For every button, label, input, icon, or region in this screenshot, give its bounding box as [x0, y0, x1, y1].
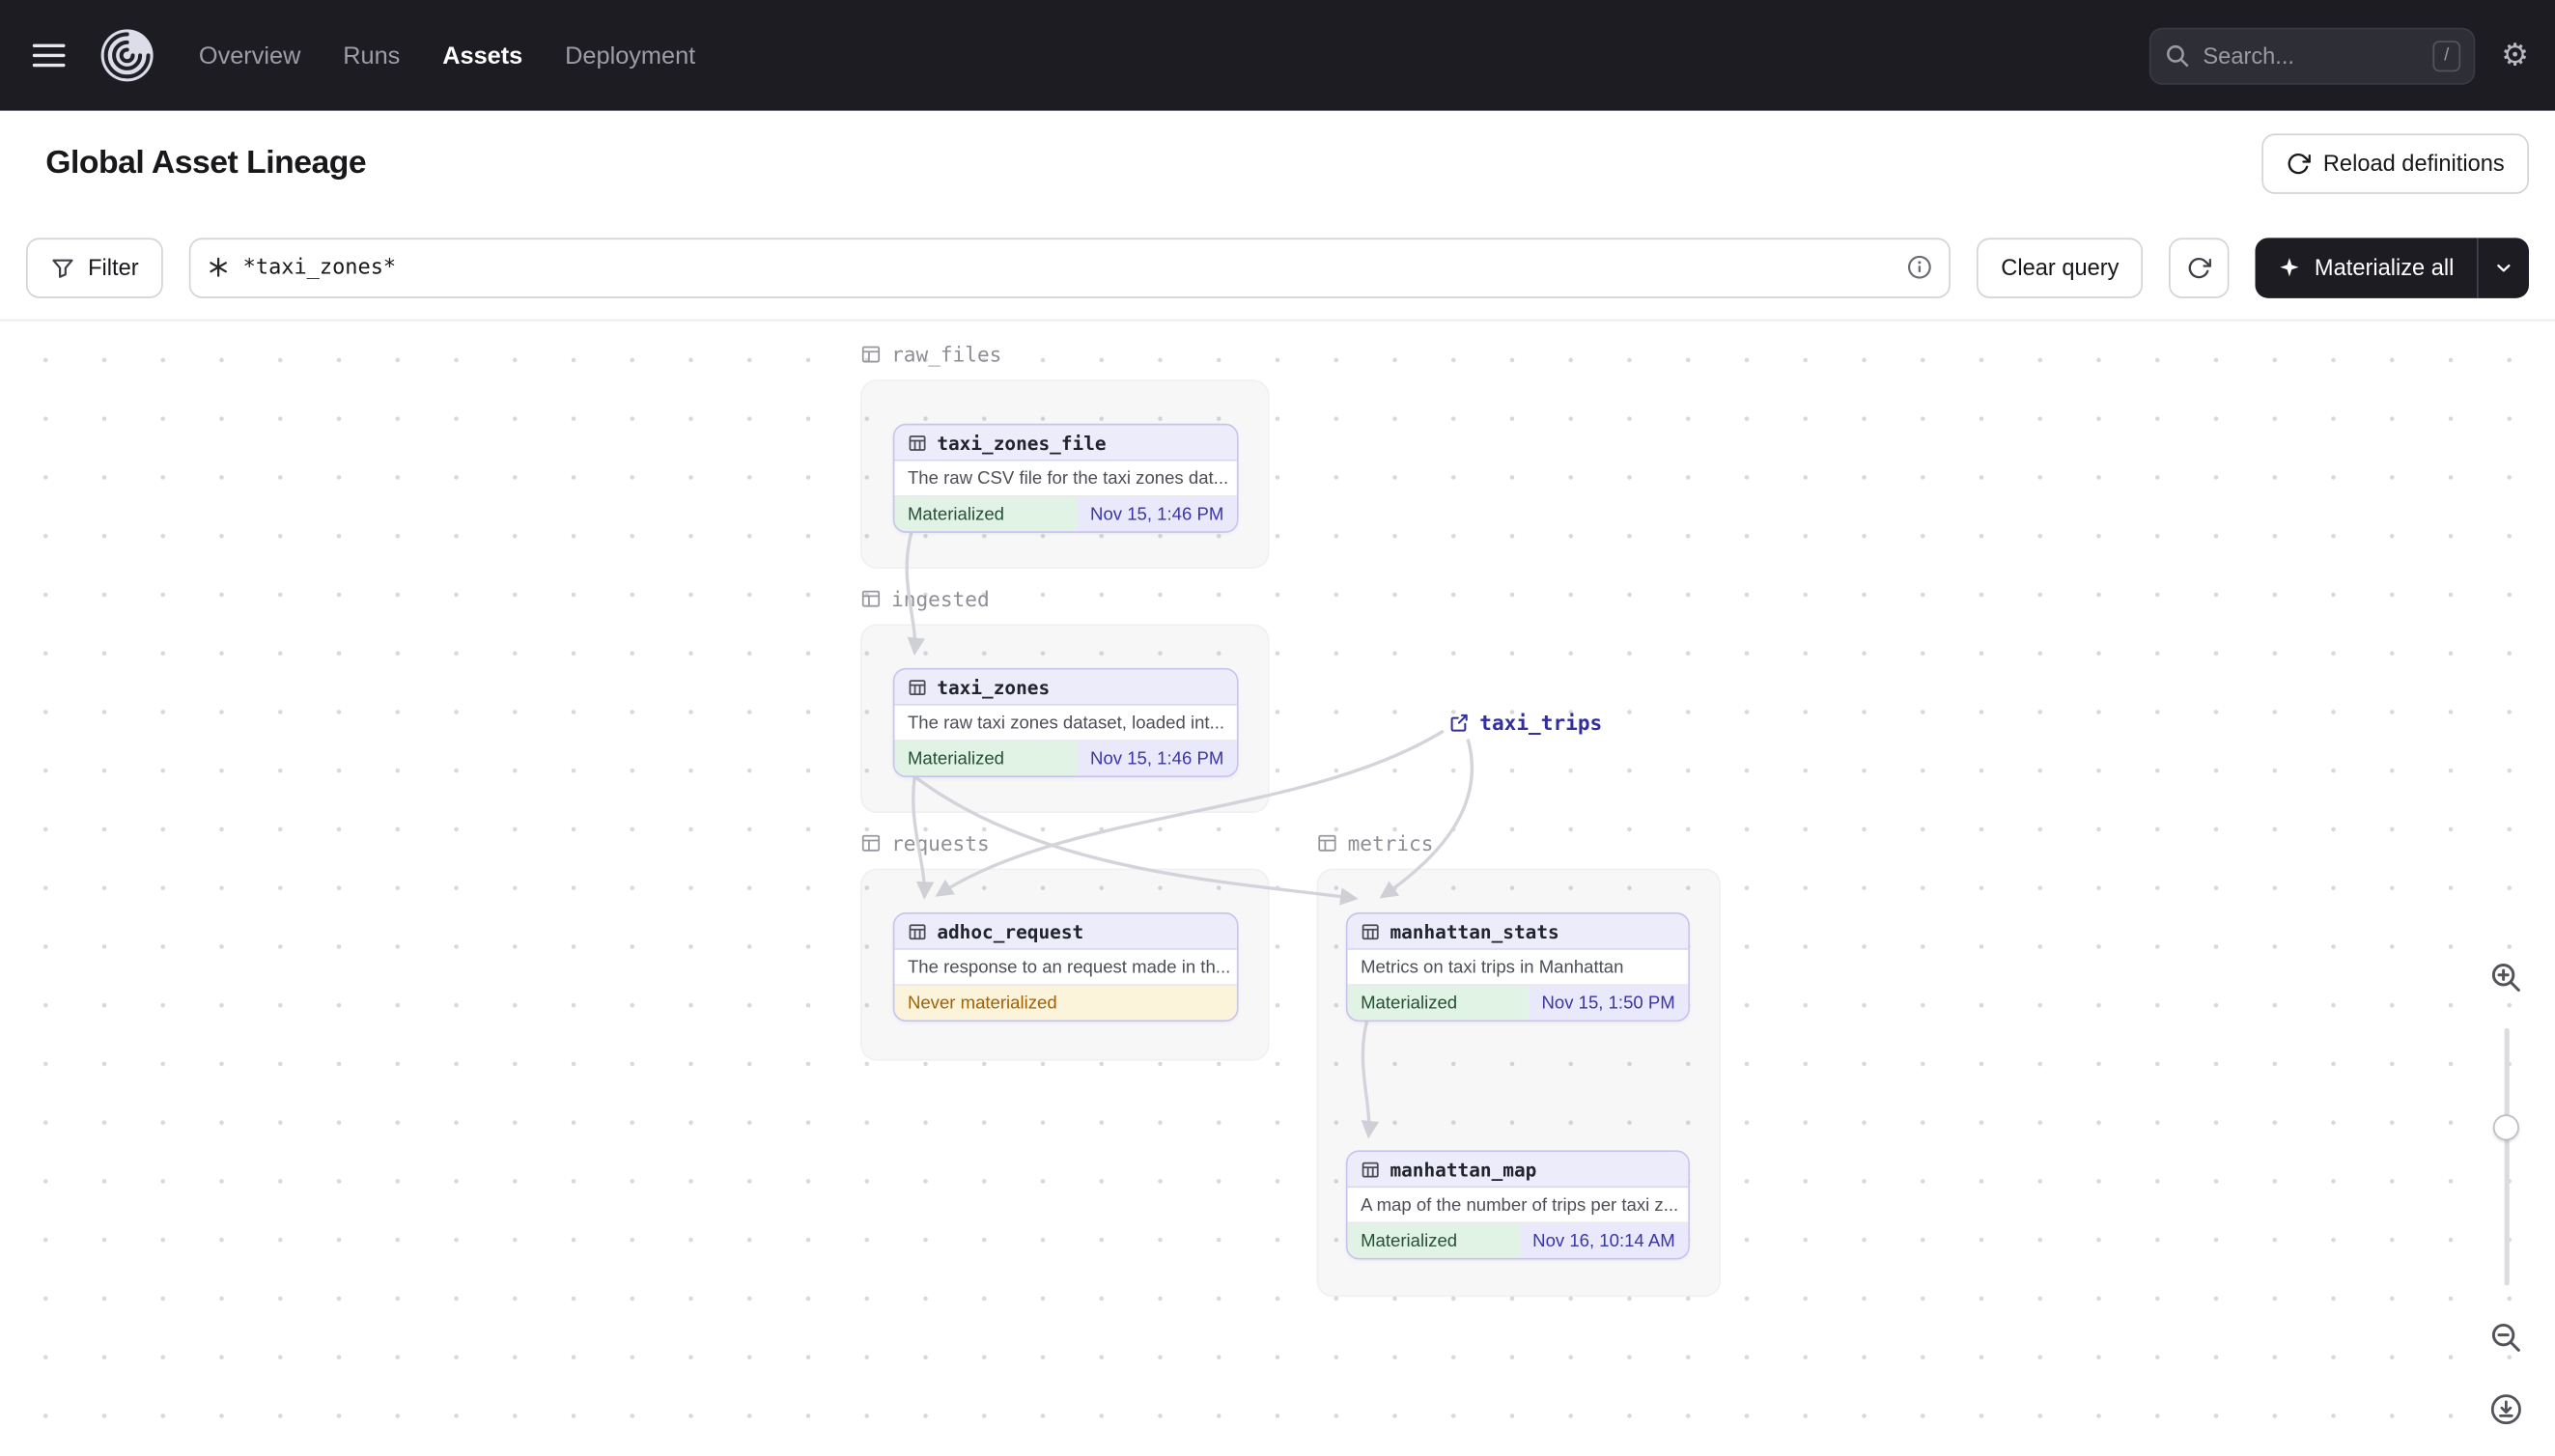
materialization-timestamp: Nov 16, 10:14 AM — [1519, 1223, 1689, 1258]
dagster-logo[interactable] — [98, 26, 156, 85]
status-badge: Materialized — [1347, 1223, 1520, 1258]
hamburger-menu-icon[interactable] — [26, 36, 71, 75]
asset-selection-input-wrap — [188, 237, 1951, 297]
materialization-timestamp: Nov 15, 1:46 PM — [1077, 741, 1237, 776]
asset-node-taxi-zones[interactable]: taxi_zones The raw taxi zones dataset, l… — [892, 667, 1239, 777]
nav-item-assets[interactable]: Assets — [442, 42, 522, 70]
group-icon — [860, 588, 882, 609]
nav-item-deployment[interactable]: Deployment — [565, 42, 695, 70]
asset-node-adhoc-request[interactable]: adhoc_request The response to an request… — [892, 912, 1239, 1022]
nav-right: / ⚙ — [2148, 26, 2529, 84]
zoom-out-icon[interactable] — [2488, 1320, 2524, 1356]
group-icon — [1317, 832, 1338, 854]
asset-node-manhattan-map[interactable]: manhattan_map A map of the number of tri… — [1345, 1150, 1690, 1260]
filter-button[interactable]: Filter — [26, 237, 163, 297]
refresh-query-button[interactable] — [2169, 237, 2231, 297]
gear-icon[interactable]: ⚙ — [2501, 40, 2529, 70]
page-header: Global Asset Lineage Reload definitions — [0, 110, 2555, 215]
filter-label: Filter — [88, 254, 139, 281]
reload-definitions-label: Reload definitions — [2322, 150, 2505, 177]
search-input[interactable] — [2203, 42, 2422, 69]
asset-description: The raw CSV file for the taxi zones dat.… — [894, 461, 1237, 495]
toolbar: Filter Clear query Materialize all — [0, 214, 2555, 320]
status-badge: Never materialized — [894, 985, 1237, 1021]
group-label-text: ingested — [891, 586, 990, 611]
asset-name: taxi_zones_file — [937, 431, 1107, 454]
table-icon — [908, 677, 927, 696]
status-badge: Materialized — [1347, 985, 1529, 1021]
page-title: Global Asset Lineage — [45, 144, 367, 181]
asset-node-manhattan-stats[interactable]: manhattan_stats Metrics on taxi trips in… — [1345, 912, 1690, 1022]
asset-description: A map of the number of trips per taxi z.… — [1347, 1188, 1689, 1222]
materialize-all-button[interactable]: Materialize all — [2256, 238, 2477, 297]
materialize-all-label: Materialize all — [2314, 254, 2455, 281]
table-icon — [1361, 1160, 1380, 1179]
group-label-text: metrics — [1347, 830, 1434, 855]
asset-description: The response to an request made in th... — [894, 949, 1237, 985]
app-root: Overview Runs Assets Deployment / ⚙ Glob… — [0, 0, 2555, 1456]
asset-name: manhattan_stats — [1390, 919, 1559, 943]
nav-item-runs[interactable]: Runs — [343, 42, 400, 70]
zoom-slider-handle[interactable] — [2492, 1114, 2519, 1141]
nav-item-overview[interactable]: Overview — [199, 42, 300, 70]
asset-node-taxi-zones-file[interactable]: taxi_zones_file The raw CSV file for the… — [892, 423, 1239, 533]
zoom-slider[interactable] — [2491, 1027, 2520, 1286]
external-asset-name: taxi_trips — [1479, 710, 1603, 736]
top-nav: Overview Runs Assets Deployment / ⚙ — [0, 0, 2555, 111]
zoom-slider-track[interactable] — [2504, 1027, 2509, 1286]
materialization-timestamp: Nov 15, 1:46 PM — [1077, 496, 1237, 532]
filter-funnel-icon — [50, 255, 74, 279]
search-box[interactable]: / — [2148, 26, 2476, 84]
sparkle-icon — [2279, 256, 2302, 279]
asset-description: Metrics on taxi trips in Manhattan — [1347, 949, 1689, 985]
lineage-canvas[interactable]: raw_files ingested requests metrics taxi… — [0, 319, 2555, 1456]
external-link-icon — [1448, 712, 1470, 733]
asset-name: adhoc_request — [937, 919, 1084, 943]
group-icon — [860, 832, 882, 854]
clear-query-button[interactable]: Clear query — [1976, 237, 2144, 297]
group-icon — [860, 344, 882, 365]
status-badge: Materialized — [894, 741, 1078, 776]
external-asset-taxi-trips[interactable]: taxi_trips — [1448, 711, 1602, 735]
op-selector-icon — [208, 256, 231, 279]
search-shortcut-badge: / — [2432, 40, 2461, 71]
group-label-requests[interactable]: requests — [860, 831, 990, 855]
asset-name: taxi_zones — [937, 675, 1051, 699]
table-icon — [908, 921, 927, 940]
group-label-raw-files[interactable]: raw_files — [860, 342, 1002, 367]
materialize-all-split-button: Materialize all — [2256, 237, 2529, 297]
materialize-options-button[interactable] — [2479, 238, 2529, 297]
table-icon — [908, 433, 927, 452]
chevron-down-icon — [2493, 257, 2514, 278]
group-label-ingested[interactable]: ingested — [860, 587, 990, 611]
refresh-icon — [2187, 255, 2212, 279]
clear-query-label: Clear query — [2001, 254, 2120, 281]
refresh-icon — [2286, 151, 2311, 175]
group-label-text: raw_files — [891, 342, 1002, 367]
search-icon — [2164, 42, 2192, 70]
status-badge: Materialized — [894, 496, 1078, 532]
lineage-edges — [905, 532, 1474, 1139]
reload-definitions-button[interactable]: Reload definitions — [2260, 132, 2529, 193]
group-label-text: requests — [891, 830, 990, 855]
group-label-metrics[interactable]: metrics — [1317, 830, 1434, 855]
materialization-timestamp: Nov 15, 1:50 PM — [1528, 985, 1689, 1021]
asset-name: manhattan_map — [1390, 1157, 1537, 1181]
asset-description: The raw taxi zones dataset, loaded int..… — [894, 705, 1237, 741]
info-icon[interactable] — [1906, 254, 1932, 280]
main-nav: Overview Runs Assets Deployment — [199, 42, 695, 70]
table-icon — [1361, 921, 1380, 940]
download-view-icon[interactable] — [2488, 1391, 2524, 1427]
zoom-in-icon[interactable] — [2488, 960, 2524, 995]
asset-selection-input[interactable] — [242, 255, 1894, 280]
